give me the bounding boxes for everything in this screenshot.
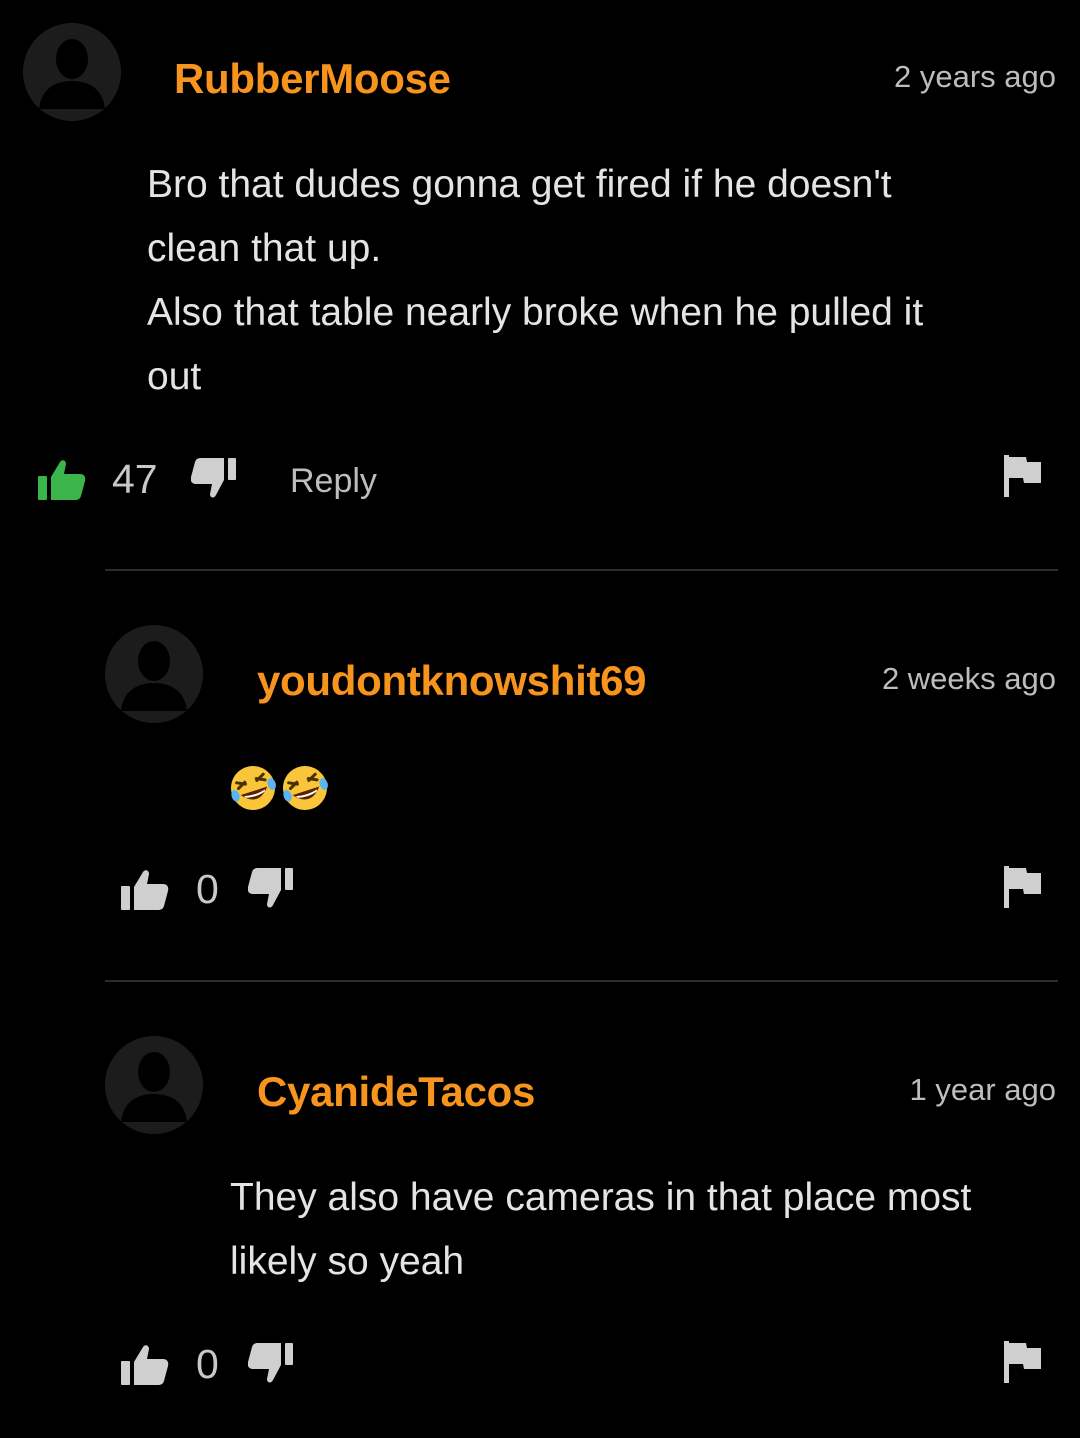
thumbs-up-icon[interactable] — [38, 458, 86, 502]
avatar-placeholder-icon — [23, 23, 121, 121]
flag-icon[interactable] — [1004, 455, 1042, 502]
flag-icon[interactable] — [1004, 866, 1042, 913]
timestamp: 2 weeks ago — [881, 661, 1056, 696]
comment-line: Bro that dudes gonna get fired if he doe… — [147, 163, 892, 206]
like-count: 0 — [196, 1341, 219, 1387]
username[interactable]: CyanideTacos — [257, 1068, 535, 1116]
thumbs-down-icon[interactable] — [191, 458, 237, 500]
divider — [105, 569, 1058, 571]
like-count: 47 — [112, 456, 158, 502]
reply-button[interactable]: Reply — [290, 462, 377, 501]
username[interactable]: RubberMoose — [174, 55, 451, 103]
thumbs-down-icon[interactable] — [248, 1343, 294, 1385]
username[interactable]: youdontknowshit69 — [257, 657, 647, 705]
avatar-placeholder-icon — [105, 1036, 203, 1134]
comment-line: likely so yeah — [230, 1240, 465, 1283]
avatar[interactable] — [23, 23, 121, 121]
comment-text: Bro that dudes gonna get fired if he doe… — [147, 153, 923, 409]
flag-icon[interactable] — [1004, 1341, 1042, 1388]
avatar-placeholder-icon — [105, 625, 203, 723]
avatar[interactable] — [105, 1036, 203, 1134]
timestamp: 2 years ago — [894, 59, 1056, 94]
comment-line: clean that up. — [147, 227, 382, 270]
comment-line: They also have cameras in that place mos… — [230, 1176, 972, 1219]
comment-line: Also that table nearly broke when he pul… — [147, 291, 924, 334]
divider — [105, 980, 1058, 982]
like-count: 0 — [196, 866, 219, 912]
timestamp: 1 year ago — [909, 1072, 1057, 1107]
comment-text: They also have cameras in that place mos… — [230, 1166, 971, 1294]
avatar[interactable] — [105, 625, 203, 723]
comment-line: out — [147, 355, 202, 398]
thumbs-down-icon[interactable] — [248, 868, 294, 910]
thumbs-up-icon[interactable] — [121, 868, 169, 912]
thumbs-up-icon[interactable] — [121, 1343, 169, 1387]
rolling-on-floor-laughing-emoji: 🤣🤣 — [229, 762, 333, 817]
